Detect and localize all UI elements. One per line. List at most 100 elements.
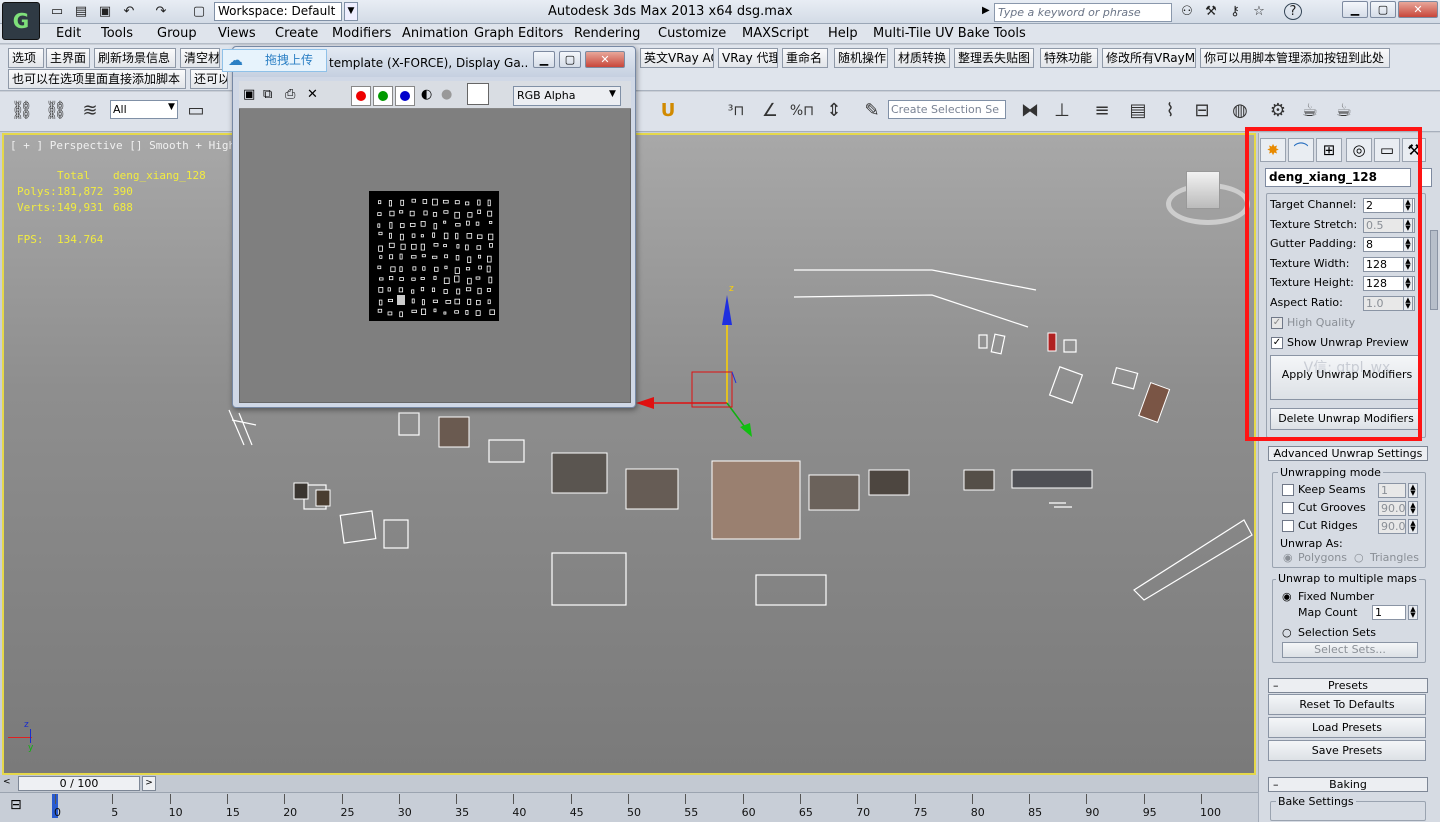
menu-7[interactable]: Graph Editors	[474, 26, 563, 42]
keep-seams-field[interactable]: 1	[1378, 483, 1406, 498]
schematic-view-icon[interactable]: ⊟	[1188, 98, 1216, 126]
object-name-field[interactable]: deng_xiang_128	[1265, 168, 1411, 187]
redo-icon[interactable]: ↷	[152, 3, 170, 20]
script-button[interactable]: 还可以	[190, 69, 228, 89]
polygons-radio[interactable]: ◉	[1283, 551, 1293, 564]
rendered-frame-icon[interactable]: ☕	[1296, 98, 1324, 126]
param-spinner[interactable]: ▲ ▼	[1403, 296, 1413, 311]
param-spinner[interactable]: ▲ ▼	[1403, 218, 1413, 233]
cut-ridges-spinner[interactable]: ▲ ▼	[1408, 519, 1418, 534]
script-button[interactable]: 重命名	[782, 48, 828, 68]
map-count-field[interactable]: 1	[1372, 605, 1406, 620]
param-spinner[interactable]: ▲ ▼	[1403, 237, 1413, 252]
project-folder-icon[interactable]: ▢	[190, 3, 208, 20]
named-selection-select[interactable]: Create Selection Se	[888, 100, 1006, 119]
mono-icon[interactable]: ●	[441, 87, 452, 102]
print-icon[interactable]: ⎙	[285, 87, 295, 102]
script-button[interactable]: 英文VRay AO	[640, 48, 714, 68]
chevron-down-icon[interactable]: ▼	[609, 89, 616, 99]
minimize-button[interactable]: ▁	[1342, 1, 1368, 18]
param-spinner[interactable]: ▲ ▼	[1403, 276, 1413, 291]
panel-scrollbar[interactable]	[1430, 230, 1438, 310]
snap-3d-icon[interactable]: ³⊓	[722, 98, 750, 126]
clear-icon[interactable]: ✕	[307, 87, 318, 102]
presets-rollout[interactable]: – Presets	[1268, 678, 1428, 693]
create-tab-icon[interactable]: ✸	[1260, 138, 1286, 162]
close-button[interactable]: ✕	[585, 51, 625, 68]
high-quality-checkbox[interactable]: ✓	[1271, 317, 1283, 329]
menu-5[interactable]: Modifiers	[332, 26, 391, 42]
menu-6[interactable]: Animation	[402, 26, 468, 42]
cut-grooves-spinner[interactable]: ▲ ▼	[1408, 501, 1418, 516]
keep-seams-checkbox[interactable]	[1282, 484, 1294, 496]
script-button[interactable]: 主界面	[46, 48, 90, 68]
script-button[interactable]: 修改所有VRayMtl	[1102, 48, 1196, 68]
param-spinner[interactable]: ▲ ▼	[1403, 198, 1413, 213]
apply-unwrap-button[interactable]: V信: qtpl_wx Apply Unwrap Modifiers	[1270, 355, 1422, 400]
layer-manager-icon[interactable]: ≡	[1088, 98, 1116, 126]
align-icon[interactable]: ⊥	[1048, 98, 1076, 126]
chevron-down-icon[interactable]: ▼	[344, 2, 358, 21]
utilities-tab-icon[interactable]: ⚒	[1402, 138, 1426, 162]
cut-ridges-field[interactable]: 90.0	[1378, 519, 1406, 534]
fixed-number-radio[interactable]: ◉	[1282, 590, 1292, 603]
load-presets-button[interactable]: Load Presets	[1268, 717, 1426, 738]
cut-ridges-checkbox[interactable]	[1282, 520, 1294, 532]
display-channel-select[interactable]: RGB Alpha	[513, 86, 621, 106]
menu-0[interactable]: Edit	[56, 26, 81, 42]
menu-3[interactable]: Views	[218, 26, 256, 42]
save-presets-button[interactable]: Save Presets	[1268, 740, 1426, 761]
key-icon[interactable]: ⚷	[1226, 3, 1244, 20]
script-button[interactable]: VRay 代理	[718, 48, 778, 68]
script-button[interactable]: 整理丢失贴图	[954, 48, 1034, 68]
expand-arrow-icon[interactable]: ▶	[982, 5, 990, 16]
menu-4[interactable]: Create	[275, 26, 318, 42]
save-icon[interactable]: ▣	[96, 3, 114, 20]
menu-8[interactable]: Rendering	[574, 26, 640, 42]
script-button[interactable]: 清空材	[180, 48, 220, 68]
render-production-icon[interactable]: ☕	[1330, 98, 1358, 126]
selection-sets-radio[interactable]: ○	[1282, 626, 1292, 639]
motion-tab-icon[interactable]: ◎	[1346, 138, 1372, 162]
alpha-channel-icon[interactable]: ◐	[421, 87, 432, 102]
triangles-radio[interactable]: ○	[1354, 551, 1364, 564]
script-button[interactable]: 也可以在选项里面直接添加脚本	[8, 69, 186, 89]
open-file-icon[interactable]: ▤	[72, 3, 90, 20]
edit-named-selection-icon[interactable]: ✎	[858, 98, 886, 126]
menu-1[interactable]: Tools	[101, 26, 133, 42]
tools-icon[interactable]: ⚒	[1202, 3, 1220, 20]
script-button[interactable]: 选项	[8, 48, 44, 68]
binoculars-icon[interactable]: ⚇	[1178, 3, 1196, 20]
menu-9[interactable]: Customize	[658, 26, 726, 42]
star-icon[interactable]: ☆	[1250, 3, 1268, 20]
workspace-select[interactable]: Workspace: Default	[214, 2, 342, 21]
save-image-icon[interactable]: ▣	[243, 87, 255, 102]
time-slider[interactable]	[0, 775, 1258, 792]
spinner-snap-icon[interactable]: ⇕	[820, 98, 848, 126]
red-channel-button[interactable]	[351, 86, 371, 106]
script-button[interactable]: 刷新场景信息	[94, 48, 176, 68]
scene-explorer-icon[interactable]: ▤	[1124, 98, 1152, 126]
green-channel-button[interactable]	[373, 86, 393, 106]
undo-icon[interactable]: ↶	[120, 3, 138, 20]
script-button[interactable]: 随机操作	[834, 48, 888, 68]
menu-2[interactable]: Group	[157, 26, 197, 42]
drag-upload-button[interactable]: ☁ 拖拽上传	[222, 49, 327, 72]
chevron-down-icon[interactable]: ▼	[168, 102, 175, 112]
maximize-button[interactable]: ▢	[559, 51, 581, 68]
keep-seams-spinner[interactable]: ▲ ▼	[1408, 483, 1418, 498]
script-button[interactable]: 材质转换	[894, 48, 950, 68]
link-icon[interactable]: ⛓	[8, 98, 36, 126]
curve-editor-icon[interactable]: ⌇	[1156, 98, 1184, 126]
angle-snap-icon[interactable]: ∠	[756, 98, 784, 126]
cut-grooves-field[interactable]: 90.0	[1378, 501, 1406, 516]
prev-frame-icon[interactable]: <	[3, 777, 11, 787]
param-spinner[interactable]: ▲ ▼	[1403, 257, 1413, 272]
magnet-snap-icon[interactable]: U	[654, 98, 682, 126]
copy-image-icon[interactable]: ⧉	[263, 87, 272, 102]
blue-channel-button[interactable]	[395, 86, 415, 106]
close-button[interactable]: ✕	[1398, 1, 1438, 18]
next-frame-icon[interactable]: >	[142, 776, 156, 791]
app-menu-icon[interactable]: G	[2, 2, 40, 40]
modify-tab-icon[interactable]: ⌒	[1288, 138, 1314, 162]
